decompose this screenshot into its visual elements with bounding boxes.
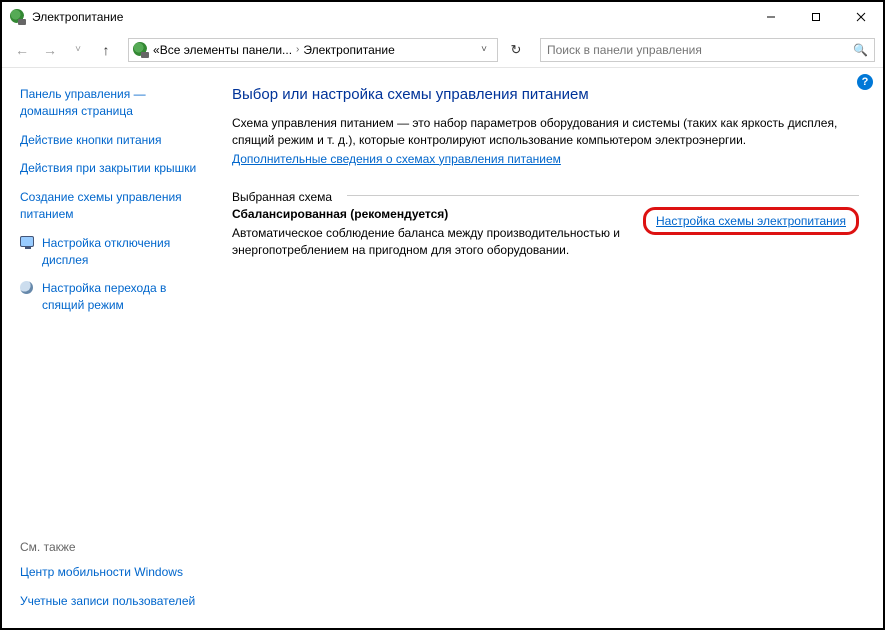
minimize-button[interactable] xyxy=(748,3,793,31)
breadcrumb-item[interactable]: Все элементы панели... xyxy=(160,43,292,57)
breadcrumb[interactable]: « Все элементы панели... › Электропитани… xyxy=(128,38,498,62)
section-divider xyxy=(347,195,859,196)
monitor-icon xyxy=(20,236,36,252)
sidebar-link-power-button[interactable]: Действие кнопки питания xyxy=(20,132,204,149)
see-also-heading: См. также xyxy=(20,540,204,554)
moon-icon xyxy=(20,281,36,297)
page-description: Схема управления питанием — это набор па… xyxy=(232,115,859,150)
search-icon[interactable]: 🔍 xyxy=(853,43,868,57)
see-also-mobility-center[interactable]: Центр мобильности Windows xyxy=(20,564,204,581)
maximize-button[interactable] xyxy=(793,3,838,31)
power-options-icon xyxy=(133,42,149,58)
chevron-down-icon[interactable]: ˅ xyxy=(475,44,493,55)
window-title: Электропитание xyxy=(32,10,123,24)
section-label: Выбранная схема xyxy=(232,190,338,204)
main-pane: Выбор или настройка схемы управления пит… xyxy=(214,68,883,626)
control-panel-home-link[interactable]: Панель управления — домашняя страница xyxy=(20,86,204,120)
plan-description: Автоматическое соблюдение баланса между … xyxy=(232,225,631,259)
chevron-right-icon: › xyxy=(292,44,303,55)
sidebar-link-lid-close[interactable]: Действия при закрытии крышки xyxy=(20,160,204,177)
page-heading: Выбор или настройка схемы управления пит… xyxy=(232,86,859,103)
forward-button[interactable]: → xyxy=(38,38,62,62)
titlebar: Электропитание xyxy=(2,2,883,32)
close-button[interactable] xyxy=(838,3,883,31)
content: ? Панель управления — домашняя страница … xyxy=(2,68,883,626)
search-box[interactable]: 🔍 xyxy=(540,38,875,62)
more-info-link[interactable]: Дополнительные сведения о схемах управле… xyxy=(232,152,561,166)
breadcrumb-prefix: « xyxy=(153,43,160,57)
see-also-user-accounts[interactable]: Учетные записи пользователей xyxy=(20,593,204,610)
navbar: ← → ˅ ↑ « Все элементы панели... › Элект… xyxy=(2,32,883,68)
sidebar-link-display-off[interactable]: Настройка отключения дисплея xyxy=(42,235,204,269)
plan-name: Сбалансированная (рекомендуется) xyxy=(232,207,631,221)
change-plan-settings-link[interactable]: Настройка схемы электропитания xyxy=(656,214,846,228)
power-options-icon xyxy=(10,9,26,25)
recent-dropdown[interactable]: ˅ xyxy=(66,38,90,62)
back-button[interactable]: ← xyxy=(10,38,34,62)
search-input[interactable] xyxy=(547,43,853,57)
sidebar-link-sleep[interactable]: Настройка перехода в спящий режим xyxy=(42,280,204,314)
refresh-button[interactable]: ↻ xyxy=(502,42,530,58)
power-plan-row: Сбалансированная (рекомендуется) Автомат… xyxy=(232,207,859,259)
breadcrumb-item[interactable]: Электропитание xyxy=(303,43,394,57)
highlight-annotation: Настройка схемы электропитания xyxy=(643,207,859,235)
sidebar-link-create-plan[interactable]: Создание схемы управления питанием xyxy=(20,189,204,223)
up-button[interactable]: ↑ xyxy=(94,38,118,62)
help-icon[interactable]: ? xyxy=(857,74,873,90)
sidebar: Панель управления — домашняя страница Де… xyxy=(2,68,214,626)
